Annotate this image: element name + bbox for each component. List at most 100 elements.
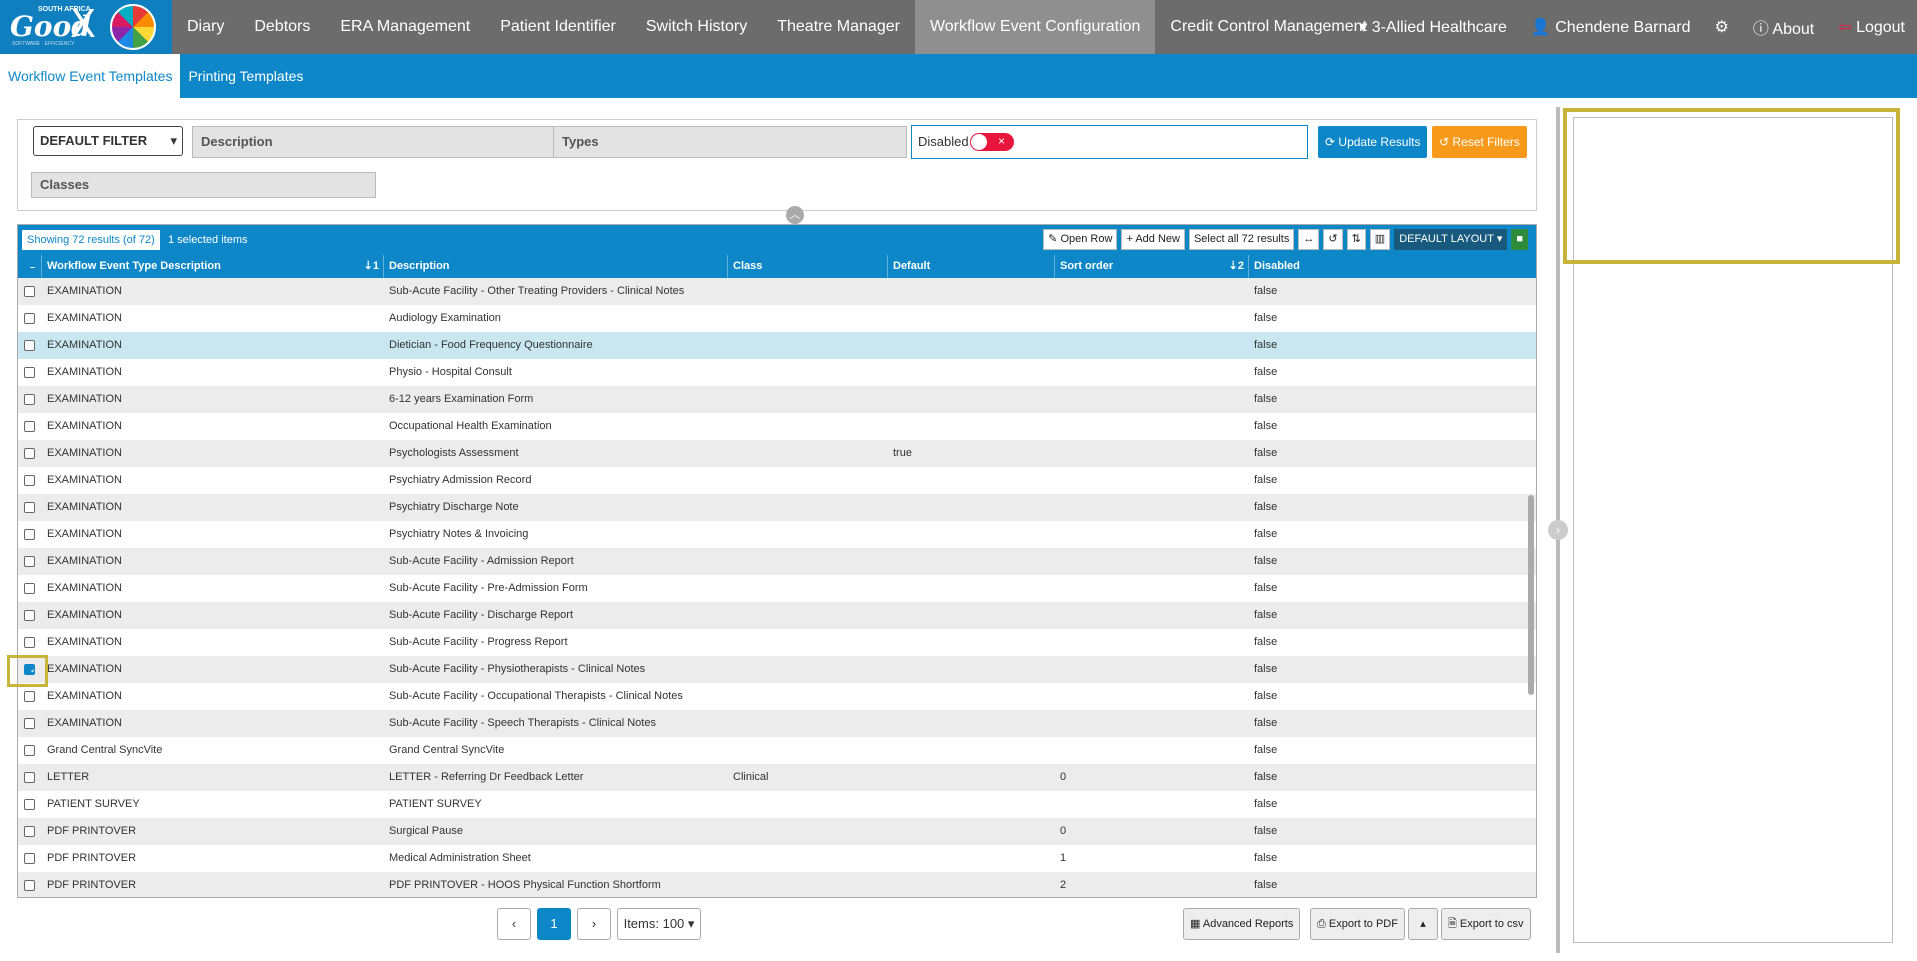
table-row[interactable]: EXAMINATION Psychiatry Admission Record fa… [18,467,1536,494]
types-filter-input[interactable]: Types [553,126,907,158]
reset-grid-icon[interactable]: ↺ [1323,229,1343,250]
row-select-cell[interactable] [18,521,42,548]
table-row[interactable]: PDF PRINTOVER PDF PRINTOVER - HOOS Physic… [18,872,1536,897]
col-header-default[interactable]: Default [888,255,1055,278]
table-row[interactable]: EXAMINATION Sub-Acute Facility - Admissio… [18,548,1536,575]
row-checkbox[interactable] [24,286,35,297]
export-csv-button[interactable]: 🗎 Export to csv [1441,908,1531,940]
row-checkbox[interactable] [24,394,35,405]
add-new-button[interactable]: + Add New [1121,229,1185,250]
row-select-cell[interactable] [18,602,42,629]
row-checkbox[interactable] [24,880,35,891]
row-select-cell[interactable] [18,278,42,305]
col-header-description[interactable]: Description [384,255,728,278]
row-select-cell[interactable] [18,440,42,467]
save-layout-icon[interactable]: ■ [1511,229,1528,250]
row-checkbox[interactable] [24,583,35,594]
columns-icon[interactable]: ▥ [1369,229,1391,250]
table-row[interactable]: EXAMINATION Audiology Examination false [18,305,1536,332]
row-checkbox[interactable] [24,745,35,756]
table-row[interactable]: EXAMINATION Sub-Acute Facility - Other Tr… [18,278,1536,305]
row-checkbox[interactable] [24,799,35,810]
reset-filters-button[interactable]: ↺ Reset Filters [1432,126,1527,158]
classes-filter-input[interactable]: Classes [31,172,376,198]
disabled-toggle[interactable] [970,125,1014,157]
table-row[interactable]: EXAMINATION Psychiatry Discharge Note fals… [18,494,1536,521]
nav-item-6[interactable]: Workflow Event Configuration [914,0,1156,54]
table-row[interactable]: EXAMINATION Physio - Hospital Consult fals… [18,359,1536,386]
row-checkbox[interactable] [24,529,35,540]
prev-page-button[interactable]: ‹ [497,908,531,940]
col-header-disabled[interactable]: Disabled [1249,255,1439,278]
open-row-button[interactable]: ✎ Open Row [1043,229,1118,250]
items-per-page-select[interactable]: Items: 100 ▾ [617,908,701,940]
row-select-cell[interactable] [18,791,42,818]
grid-scrollbar[interactable] [1528,495,1534,695]
row-select-cell[interactable] [18,737,42,764]
tab-printing-templates[interactable]: Printing Templates [180,54,311,98]
table-row[interactable]: EXAMINATION Sub-Acute Facility - Occupati… [18,683,1536,710]
sort-icon[interactable]: ⇅ [1346,229,1366,250]
row-select-cell[interactable] [18,305,42,332]
col-header-sort-order[interactable]: Sort order ⇣2 [1055,255,1249,278]
table-row[interactable]: LETTER LETTER - Referring Dr Feedback Let… [18,764,1536,791]
table-row[interactable]: Grand Central SyncVite Grand Central Sync… [18,737,1536,764]
table-row[interactable]: EXAMINATION Occupational Health Examinati… [18,413,1536,440]
col-header-class[interactable]: Class [728,255,888,278]
row-select-cell[interactable] [18,332,42,359]
layout-dropdown[interactable]: DEFAULT LAYOUT ▾ [1394,229,1508,250]
row-select-cell[interactable] [18,629,42,656]
table-row[interactable]: PDF PRINTOVER Medical Administration Shee… [18,845,1536,872]
header-select-all-checkbox[interactable]: – [18,255,42,278]
collapse-filters-chevron-up-icon[interactable]: ︿ [786,206,804,224]
practice-menu[interactable]: ▾ 3-Allied Healthcare [1347,17,1519,37]
row-checkbox[interactable] [24,367,35,378]
row-checkbox[interactable] [24,718,35,729]
table-row[interactable]: EXAMINATION Sub-Acute Facility - Progress… [18,629,1536,656]
about-link[interactable]: ⓘ About [1741,15,1826,39]
row-select-cell[interactable] [18,818,42,845]
table-row[interactable]: EXAMINATION 6-12 years Examination Form fa… [18,386,1536,413]
logout-link[interactable]: ⇦ Logout [1826,17,1917,37]
row-checkbox[interactable] [24,637,35,648]
select-all-button[interactable]: Select all 72 results [1188,229,1295,250]
export-pdf-caret-up-icon[interactable]: ▴ [1408,908,1438,940]
row-select-cell[interactable] [18,710,42,737]
row-checkbox[interactable] [24,772,35,783]
table-row[interactable]: EXAMINATION Dietician - Food Frequency Qu… [18,332,1536,359]
table-row[interactable]: EXAMINATION Psychologists Assessment true f… [18,440,1536,467]
page-1-button[interactable]: 1 [537,908,571,940]
row-select-cell[interactable] [18,494,42,521]
table-row[interactable]: EXAMINATION Sub-Acute Facility - Speech T… [18,710,1536,737]
table-row[interactable]: EXAMINATION Psychiatry Notes & Invoicing f… [18,521,1536,548]
row-select-cell[interactable] [18,683,42,710]
row-checkbox[interactable] [24,556,35,567]
row-select-cell[interactable] [18,467,42,494]
next-page-button[interactable]: › [577,908,611,940]
fit-columns-icon[interactable]: ↔ [1298,229,1320,250]
description-filter-input[interactable]: Description [192,126,562,158]
table-row[interactable]: EXAMINATION Sub-Acute Facility - Pre-Admi… [18,575,1536,602]
row-checkbox[interactable] [24,502,35,513]
nav-item-4[interactable]: Switch History [631,0,762,54]
update-results-button[interactable]: ⟳ Update Results [1318,126,1428,158]
tab-workflow-event-templates[interactable]: Workflow Event Templates [0,54,181,98]
row-select-cell[interactable] [18,359,42,386]
row-select-cell[interactable] [18,872,42,897]
row-checkbox[interactable] [24,475,35,486]
table-row[interactable]: ✓EXAMINATIONSub-Acute Facility - Physiot… [18,656,1536,683]
table-row[interactable]: EXAMINATION Sub-Acute Facility - Discharg… [18,602,1536,629]
row-select-cell[interactable] [18,386,42,413]
row-checkbox[interactable] [24,610,35,621]
export-pdf-button[interactable]: ⎙ Export to PDF [1310,908,1405,940]
row-checkbox[interactable] [24,826,35,837]
nav-item-3[interactable]: Patient Identifier [485,0,631,54]
good-x-logo[interactable]: SOUTH AFRICA Good X SOFTWARE · EFFICIENC… [0,0,172,54]
nav-item-2[interactable]: ERA Management [325,0,485,54]
row-checkbox[interactable] [24,421,35,432]
user-menu[interactable]: 👤 Chendene Barnard [1519,17,1703,37]
row-select-cell[interactable] [18,845,42,872]
row-checkbox[interactable] [24,340,35,351]
row-checkbox[interactable] [24,313,35,324]
row-select-cell[interactable] [18,413,42,440]
